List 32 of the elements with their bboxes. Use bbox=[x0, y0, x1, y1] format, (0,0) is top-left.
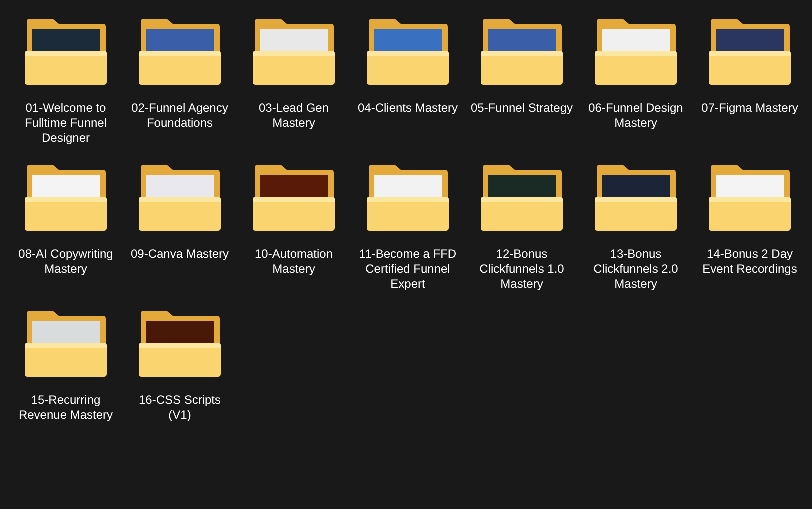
folder-item[interactable]: 10-Automation Mastery bbox=[237, 164, 351, 310]
folder-item[interactable]: 06-Funnel Design Mastery bbox=[579, 18, 693, 164]
folder-item[interactable]: 05-Funnel Strategy bbox=[465, 18, 579, 164]
folder-item[interactable]: 15-Recurring Revenue Mastery bbox=[9, 310, 123, 456]
folder-icon bbox=[137, 310, 223, 378]
folder-icon bbox=[593, 164, 679, 232]
folder-item[interactable]: 14-Bonus 2 Day Event Recordings bbox=[693, 164, 807, 310]
folder-icon bbox=[23, 164, 109, 232]
folder-item[interactable]: 07-Figma Mastery bbox=[693, 18, 807, 164]
folder-icon bbox=[251, 164, 337, 232]
folder-item[interactable]: 04-Clients Mastery bbox=[351, 18, 465, 164]
folder-icon bbox=[707, 164, 793, 232]
folder-icon bbox=[23, 18, 109, 86]
folder-item[interactable]: 16-CSS Scripts (V1) bbox=[123, 310, 237, 456]
folder-item[interactable]: 08-AI Copywriting Mastery bbox=[9, 164, 123, 310]
folder-icon bbox=[479, 164, 565, 232]
folder-icon bbox=[23, 310, 109, 378]
folder-item[interactable]: 11-Become a FFD Certified Funnel Expert bbox=[351, 164, 465, 310]
folder-item[interactable]: 09-Canva Mastery bbox=[123, 164, 237, 310]
folder-icon bbox=[479, 18, 565, 86]
folder-icon bbox=[707, 18, 793, 86]
folder-icon bbox=[137, 164, 223, 232]
folder-icon bbox=[593, 18, 679, 86]
folder-item[interactable]: 13-Bonus Clickfunnels 2.0 Mastery bbox=[579, 164, 693, 310]
folder-icon bbox=[365, 164, 451, 232]
folder-item[interactable]: 02-Funnel Agency Foundations bbox=[123, 18, 237, 164]
folder-icon bbox=[251, 18, 337, 86]
folder-icon bbox=[365, 18, 451, 86]
folder-icon bbox=[137, 18, 223, 86]
folder-item[interactable]: 12-Bonus Clickfunnels 1.0 Mastery bbox=[465, 164, 579, 310]
folder-item[interactable]: 03-Lead Gen Mastery bbox=[237, 18, 351, 164]
folder-item[interactable]: 01-Welcome to Fulltime Funnel Designer bbox=[9, 18, 123, 164]
